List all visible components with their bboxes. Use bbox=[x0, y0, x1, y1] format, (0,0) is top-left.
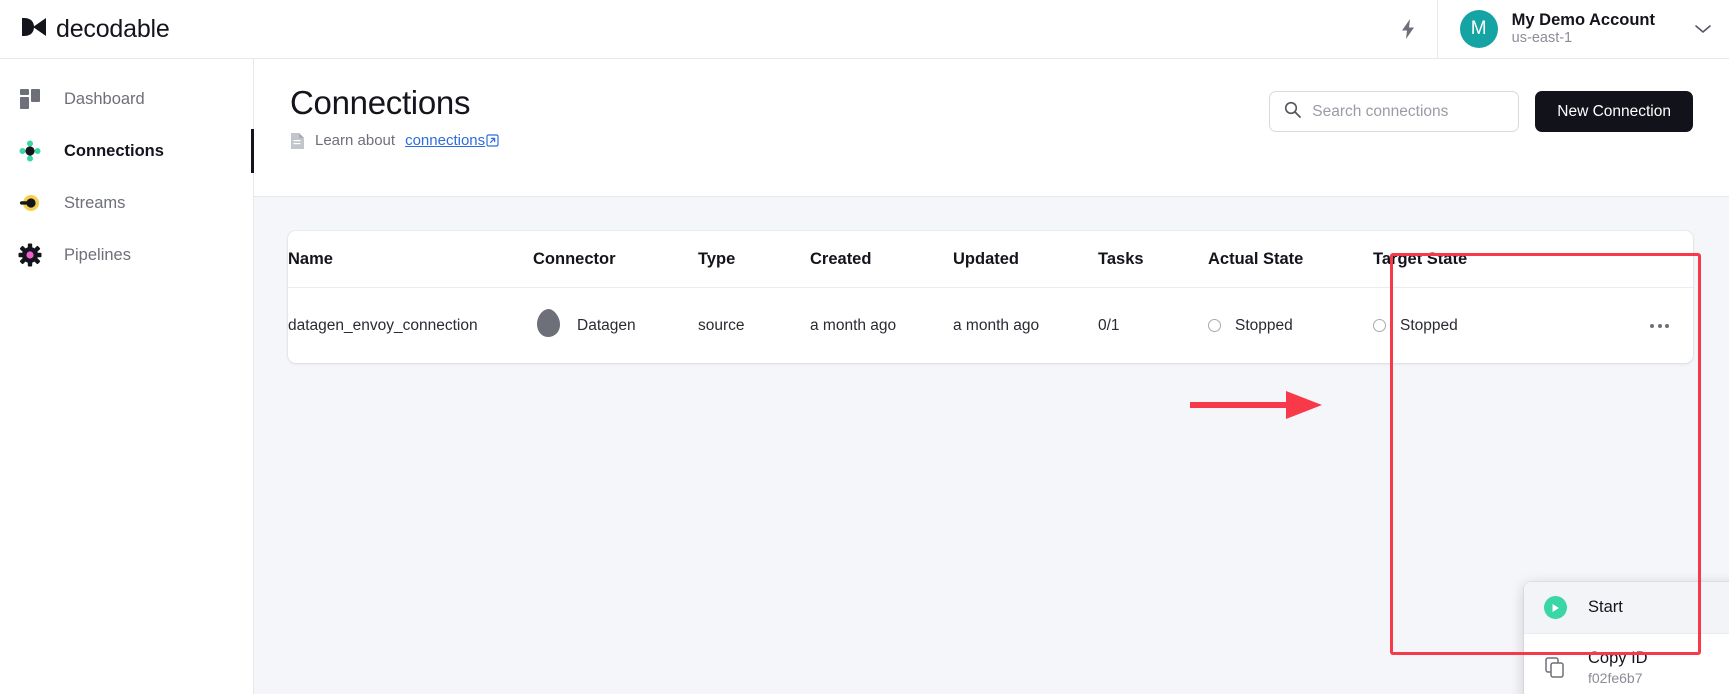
connections-icon bbox=[16, 137, 44, 165]
account-region: us-east-1 bbox=[1511, 30, 1573, 47]
lightning-bolt-icon[interactable] bbox=[1387, 8, 1429, 50]
column-header-target-state[interactable]: Target State bbox=[1373, 231, 1693, 288]
play-icon bbox=[1542, 596, 1568, 619]
cell-updated: a month ago bbox=[953, 316, 1040, 334]
sidebar-item-label: Pipelines bbox=[64, 245, 131, 264]
sidebar: Dashboard Connections Streams Pipelines bbox=[0, 59, 254, 694]
sidebar-item-label: Connections bbox=[64, 141, 164, 160]
datagen-connector-icon bbox=[533, 307, 563, 344]
sidebar-item-connections[interactable]: Connections bbox=[0, 125, 254, 177]
cell-connector-label: Datagen bbox=[577, 316, 636, 334]
cell-created: a month ago bbox=[810, 316, 897, 334]
account-menu[interactable]: M My Demo Account us-east-1 bbox=[1438, 0, 1729, 59]
sidebar-item-dashboard[interactable]: Dashboard bbox=[0, 73, 253, 125]
search-box[interactable] bbox=[1269, 91, 1520, 132]
stopped-state-icon bbox=[1208, 319, 1221, 332]
cell-tasks: 0/1 bbox=[1098, 316, 1120, 334]
page-title: Connections bbox=[290, 84, 471, 121]
learn-about-text: Learn about bbox=[315, 132, 396, 150]
column-header-connector[interactable]: Connector bbox=[533, 231, 698, 288]
cell-type: source bbox=[698, 316, 745, 334]
page-header-left: Connections Learn about connections bbox=[290, 84, 499, 150]
search-input[interactable] bbox=[1312, 102, 1505, 121]
connections-table: Name Connector Type Created Updated Task… bbox=[288, 231, 1693, 363]
page-subtitle: Learn about connections bbox=[290, 132, 499, 150]
table-header-row: Name Connector Type Created Updated Task… bbox=[288, 231, 1693, 288]
main-area: Connections Learn about connections Sear… bbox=[254, 59, 1729, 694]
column-header-name[interactable]: Name bbox=[288, 231, 533, 288]
external-link-icon bbox=[486, 134, 499, 148]
document-icon bbox=[290, 132, 305, 150]
account-name: My Demo Account bbox=[1511, 10, 1655, 29]
brand-logo[interactable]: decodable bbox=[0, 15, 170, 44]
menu-item-start[interactable]: Start bbox=[1524, 582, 1729, 633]
connections-doc-link[interactable]: connections bbox=[405, 132, 499, 149]
menu-item-label: Start bbox=[1588, 597, 1623, 616]
cell-name: datagen_envoy_connection bbox=[288, 316, 478, 334]
chevron-down-icon[interactable] bbox=[1669, 24, 1711, 34]
cell-target-state-label: Stopped bbox=[1400, 316, 1458, 334]
menu-item-sublabel: f02fe6b7 bbox=[1588, 670, 1643, 687]
body-row: Dashboard Connections Streams Pipelines … bbox=[0, 59, 1729, 694]
sidebar-item-label: Dashboard bbox=[64, 89, 145, 108]
stopped-state-icon bbox=[1373, 319, 1386, 332]
app-root: decodable M My Demo Account us-east-1 Da… bbox=[0, 0, 1729, 694]
decodable-logo-icon bbox=[20, 15, 50, 44]
column-header-tasks[interactable]: Tasks bbox=[1098, 231, 1208, 288]
menu-item-label: Copy ID bbox=[1588, 649, 1648, 667]
brand-text: decodable bbox=[56, 14, 170, 43]
cell-connector: Datagen bbox=[533, 288, 698, 364]
page-header: Connections Learn about connections Sear… bbox=[254, 59, 1729, 197]
top-bar: decodable M My Demo Account us-east-1 bbox=[0, 0, 1729, 59]
copy-icon bbox=[1542, 657, 1568, 679]
pipelines-icon bbox=[16, 241, 44, 269]
cell-actual-state: Stopped bbox=[1208, 288, 1373, 364]
column-header-actual-state[interactable]: Actual State bbox=[1208, 231, 1373, 288]
connections-doc-link-label: connections bbox=[405, 132, 486, 150]
table-row[interactable]: datagen_envoy_connection Datagen source … bbox=[288, 288, 1693, 364]
streams-icon bbox=[16, 189, 44, 217]
menu-item-copy-id[interactable]: Copy ID f02fe6b7 bbox=[1524, 634, 1729, 694]
table-head: Name Connector Type Created Updated Task… bbox=[288, 231, 1693, 288]
account-text: My Demo Account us-east-1 bbox=[1512, 11, 1655, 48]
avatar: M bbox=[1459, 10, 1498, 48]
page-header-actions: New Connection bbox=[1269, 85, 1693, 132]
column-header-created[interactable]: Created bbox=[810, 231, 953, 288]
connections-table-card: Name Connector Type Created Updated Task… bbox=[288, 231, 1693, 363]
cell-actual-state-label: Stopped bbox=[1235, 316, 1293, 334]
search-icon bbox=[1284, 101, 1302, 123]
row-actions-dropdown: Start Copy ID f02fe6b7 bbox=[1524, 582, 1729, 694]
more-options-icon[interactable] bbox=[1648, 318, 1671, 334]
cell-target-state: Stopped bbox=[1373, 288, 1693, 364]
column-header-type[interactable]: Type bbox=[698, 231, 810, 288]
content-area: Name Connector Type Created Updated Task… bbox=[254, 197, 1729, 694]
column-header-updated[interactable]: Updated bbox=[953, 231, 1098, 288]
new-connection-button[interactable]: New Connection bbox=[1535, 91, 1693, 132]
dashboard-icon bbox=[16, 85, 44, 113]
sidebar-item-pipelines[interactable]: Pipelines bbox=[0, 229, 253, 281]
sidebar-item-streams[interactable]: Streams bbox=[0, 177, 253, 229]
sidebar-item-label: Streams bbox=[64, 193, 126, 212]
table-body: datagen_envoy_connection Datagen source … bbox=[288, 288, 1693, 364]
